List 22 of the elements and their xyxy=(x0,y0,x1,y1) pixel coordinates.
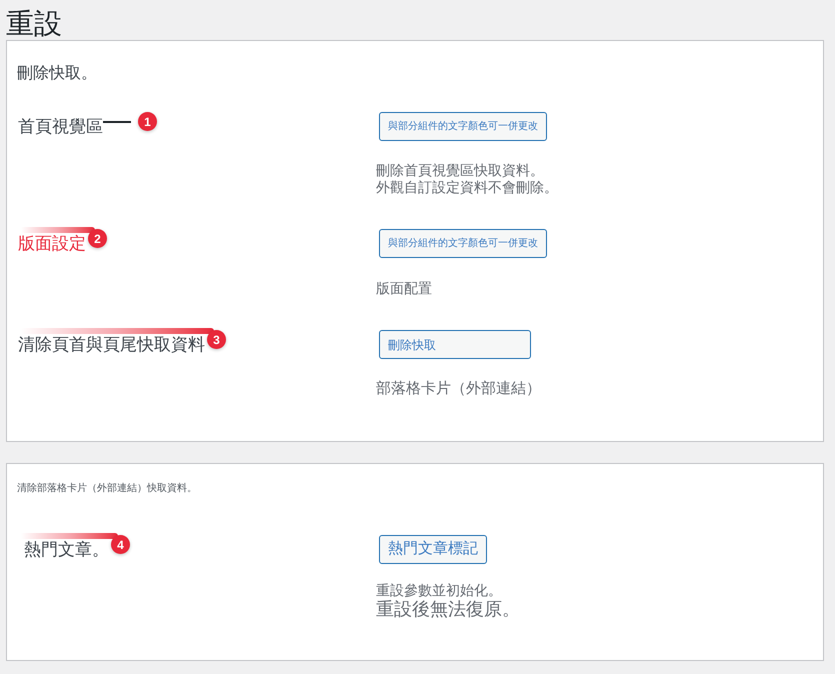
action-button[interactable]: 與部分組件的文字顏色可一併更改 xyxy=(379,229,547,258)
setting-label: 首頁視覺區 xyxy=(18,118,103,136)
setting-label: 熱門文章。 xyxy=(24,540,109,558)
action-button[interactable]: 刪除快取 xyxy=(379,330,531,359)
section-description: 刪除快取。 xyxy=(17,64,98,84)
number-badge: 2 xyxy=(88,229,107,248)
leader-line xyxy=(103,120,131,122)
number-badge: 4 xyxy=(111,535,130,554)
number-badge: 3 xyxy=(207,330,226,349)
action-button[interactable]: 熱門文章標記 xyxy=(379,535,487,564)
setting-description: 重設參數並初始化。 xyxy=(376,582,503,599)
setting-description: 外觀自訂設定資料不會刪除。 xyxy=(376,179,558,196)
setting-description: 版面配置 xyxy=(376,280,432,297)
number-badge: 1 xyxy=(138,112,157,131)
setting-description: 部落格卡片（外部連結） xyxy=(376,380,541,398)
action-button[interactable]: 與部分組件的文字顏色可一併更改 xyxy=(379,112,547,141)
section-description: 清除部落格卡片（外部連結）快取資料。 xyxy=(17,482,198,496)
page-title: 重設 xyxy=(5,7,63,40)
setting-description: 刪除首頁視覺區快取資料。 xyxy=(376,162,545,179)
setting-label: 版面設定 xyxy=(18,234,86,252)
setting-label: 清除頁首與頁尾快取資料 xyxy=(18,336,205,354)
setting-description: 重設後無法復原。 xyxy=(376,599,520,619)
